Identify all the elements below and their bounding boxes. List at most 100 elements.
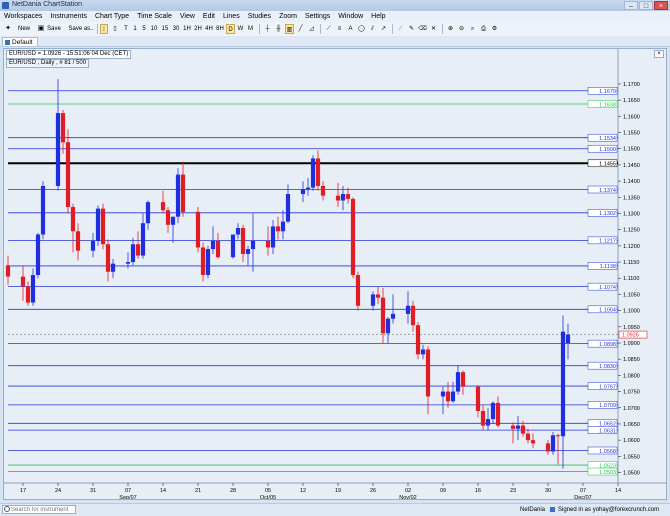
menu-window[interactable]: Window bbox=[334, 11, 367, 22]
menu-settings[interactable]: Settings bbox=[301, 11, 334, 22]
save-button[interactable]: Save bbox=[44, 24, 64, 34]
price-tick-label: 1.0650 bbox=[623, 422, 640, 428]
candle-body-down bbox=[380, 297, 386, 334]
date-tick-label: 31 bbox=[90, 488, 96, 494]
level-label: 1.0767 bbox=[599, 384, 616, 390]
chart-panel[interactable]: 1.1679 1.1638 1.1534 1.1500 1.1455 1.1374 1.13… bbox=[3, 48, 667, 500]
tab-default[interactable]: Default bbox=[2, 37, 38, 46]
new-button[interactable]: New bbox=[14, 24, 34, 34]
candlestick-icon[interactable]: ▥ bbox=[285, 24, 294, 34]
price-tick-label: 1.1100 bbox=[623, 276, 639, 282]
pencil-icon[interactable]: ✎ bbox=[407, 24, 416, 34]
date-tick-label: 07 bbox=[580, 488, 586, 494]
period-button-8h[interactable]: 8H bbox=[215, 24, 225, 34]
close-button[interactable]: × bbox=[654, 1, 668, 10]
workspace-tab-bar: Default bbox=[0, 36, 670, 47]
period-button-15[interactable]: 15 bbox=[160, 24, 170, 34]
candle-body-down bbox=[275, 226, 281, 232]
price-tick-label: 1.1500 bbox=[623, 147, 640, 153]
channel-icon[interactable]: ⫽ bbox=[368, 24, 377, 34]
zoom-out-icon[interactable]: ⊖ bbox=[457, 24, 466, 34]
menu-workspaces[interactable]: Workspaces bbox=[0, 11, 46, 22]
menu-view[interactable]: View bbox=[176, 11, 199, 22]
period-button-4h[interactable]: 4H bbox=[204, 24, 214, 34]
zoom-in-icon[interactable]: ⊕ bbox=[446, 24, 455, 34]
candle-body-down bbox=[425, 349, 431, 397]
candle-body-down bbox=[240, 228, 246, 254]
level-label: 1.1455 bbox=[599, 162, 616, 168]
candlestick-chart[interactable]: 1.1679 1.1638 1.1534 1.1500 1.1455 1.1374 1.13… bbox=[4, 49, 666, 499]
menu-lines[interactable]: Lines bbox=[219, 11, 244, 22]
period-button-5[interactable]: 5 bbox=[140, 24, 148, 34]
period-button-d[interactable]: D bbox=[226, 24, 235, 34]
candle-body-down bbox=[555, 435, 561, 437]
level-label: 1.0709 bbox=[599, 403, 616, 409]
menu-edit[interactable]: Edit bbox=[199, 11, 219, 22]
menu-time-scale[interactable]: Time Scale bbox=[133, 11, 176, 22]
trendline-icon[interactable]: ⟋ bbox=[324, 24, 333, 34]
candle-body-down bbox=[545, 443, 551, 452]
zoom-reset-icon[interactable]: ⌕ bbox=[468, 24, 477, 34]
app-icon bbox=[2, 2, 9, 9]
level-label: 1.1374 bbox=[599, 188, 616, 194]
fibonacci-icon[interactable]: ≡ bbox=[335, 24, 344, 34]
period-button-t[interactable]: T bbox=[122, 24, 130, 34]
menu-zoom[interactable]: Zoom bbox=[275, 11, 301, 22]
save-as-button[interactable]: Save as.. bbox=[67, 24, 95, 34]
menu-chart-type[interactable]: Chart Type bbox=[91, 11, 133, 22]
period-button-2h[interactable]: 2H bbox=[193, 24, 203, 34]
candle-body-down bbox=[445, 391, 451, 402]
arrow-icon[interactable]: ↗ bbox=[379, 24, 388, 34]
candle-body-up bbox=[55, 113, 61, 186]
candle-body-up bbox=[210, 241, 216, 250]
candle-body-up bbox=[140, 223, 146, 256]
crosshair-icon[interactable]: ┼ bbox=[263, 24, 272, 34]
window-controls: – □ × bbox=[624, 1, 668, 10]
price-tick-label: 1.1200 bbox=[623, 244, 640, 250]
candle-body-up bbox=[405, 305, 411, 314]
bar-chart-icon[interactable]: ╫ bbox=[274, 24, 283, 34]
menu-instruments[interactable]: Instruments bbox=[46, 11, 91, 22]
maximize-button[interactable]: □ bbox=[639, 1, 653, 10]
price-tick-label: 1.0950 bbox=[623, 325, 640, 331]
area-chart-icon[interactable]: ◿ bbox=[307, 24, 316, 34]
ellipse-icon[interactable]: ◯ bbox=[357, 24, 366, 34]
price-tick-label: 1.1300 bbox=[623, 211, 640, 217]
period-toggle-icon[interactable]: ▯ bbox=[110, 24, 120, 34]
candle-body-down bbox=[20, 276, 26, 287]
price-tick-label: 1.1150 bbox=[623, 260, 639, 266]
price-tick-label: 1.0550 bbox=[623, 454, 640, 460]
instrument-search-input[interactable] bbox=[2, 505, 76, 514]
candle-body-up bbox=[490, 402, 496, 420]
period-button-10[interactable]: 10 bbox=[149, 24, 159, 34]
red-line-icon[interactable]: ⟋ bbox=[396, 24, 405, 34]
period-button-m[interactable]: M bbox=[246, 24, 255, 34]
period-tick-chart-icon[interactable]: ⁞ bbox=[100, 24, 108, 34]
settings-icon[interactable]: ⚙ bbox=[490, 24, 499, 34]
delete-drawings-icon[interactable]: ✕ bbox=[429, 24, 438, 34]
date-tick-label: 14 bbox=[615, 488, 621, 494]
period-button-1h[interactable]: 1H bbox=[182, 24, 192, 34]
price-tick-label: 1.1050 bbox=[623, 292, 640, 298]
period-button-30[interactable]: 30 bbox=[171, 24, 181, 34]
eraser-icon[interactable]: ⌫ bbox=[418, 24, 427, 34]
candle-body-down bbox=[25, 286, 31, 303]
line-chart-icon[interactable]: ╱ bbox=[296, 24, 305, 34]
window-title: NetDania ChartStation bbox=[12, 1, 83, 8]
candle-body-up bbox=[110, 263, 116, 272]
minimize-button[interactable]: – bbox=[624, 1, 638, 10]
plot-background bbox=[8, 51, 618, 479]
candle-body-up bbox=[560, 331, 566, 437]
print-icon[interactable]: ⎙ bbox=[479, 24, 488, 34]
candle-body-up bbox=[285, 194, 291, 222]
period-button-1[interactable]: 1 bbox=[131, 24, 139, 34]
chart-close-icon[interactable]: × bbox=[654, 50, 664, 58]
text-tool-icon[interactable]: A bbox=[346, 24, 355, 34]
menu-help[interactable]: Help bbox=[367, 11, 389, 22]
month-label: Dec/07 bbox=[574, 495, 591, 499]
level-label: 1.1302 bbox=[599, 211, 616, 217]
period-button-w[interactable]: W bbox=[236, 24, 245, 34]
candle-body-down bbox=[200, 247, 206, 275]
menu-studies[interactable]: Studies bbox=[244, 11, 275, 22]
candle-body-up bbox=[30, 275, 36, 303]
